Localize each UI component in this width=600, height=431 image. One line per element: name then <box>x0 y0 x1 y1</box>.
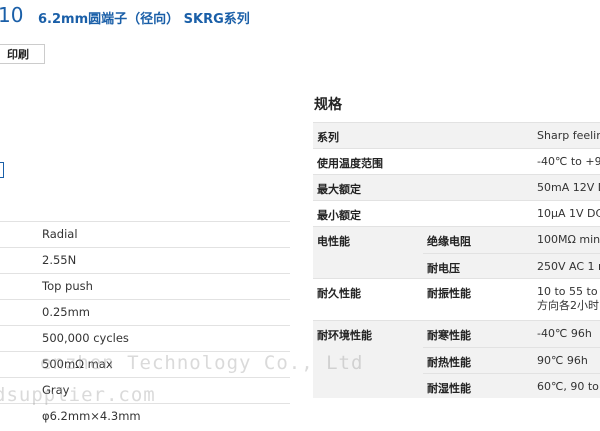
list-item: 2.55N <box>0 247 290 273</box>
row-value: -40℃ to +9 <box>537 155 600 168</box>
watermark: enzhen Technology Co., Ltd <box>40 352 364 374</box>
row-value: 10 to 55 to 方向各2小时 <box>537 285 599 313</box>
table-row: 最小额定 10μA 1V DC <box>313 200 600 226</box>
table-row: 使用温度范围 -40℃ to +9 <box>313 148 600 174</box>
spec-value: 0.25mm <box>42 305 91 319</box>
row-sublabel: 绝缘电阻 <box>427 235 471 248</box>
row-value: 10μA 1V DC <box>537 207 600 220</box>
list-item: Radial <box>0 221 290 247</box>
specs-title: 规格 <box>314 97 342 113</box>
row-label: 使用温度范围 <box>317 157 383 170</box>
list-item: 0.25mm <box>0 299 290 325</box>
page-title: 6.2mm圆端子（径向） SKRG系列 <box>38 12 250 27</box>
row-label: 电性能 <box>317 235 350 248</box>
row-sublabel: 耐热性能 <box>427 356 471 369</box>
row-value: 50mA 12V D <box>537 181 600 194</box>
table-row: 最大额定 50mA 12V D <box>313 174 600 200</box>
print-button[interactable]: 印刷 <box>0 44 45 64</box>
row-value-line2: 方向各2小时 <box>537 299 599 312</box>
spec-value: 2.55N <box>42 253 77 267</box>
row-sublabel: 耐寒性能 <box>427 329 471 342</box>
row-value: Sharp feelin <box>537 129 600 142</box>
row-value: 60℃, 90 to <box>537 380 599 393</box>
row-value: -40℃ 96h <box>537 327 592 340</box>
row-value: 100MΩ min <box>537 233 600 246</box>
row-label: 最小额定 <box>317 209 361 222</box>
list-item: φ6.2mm×4.3mm <box>0 403 290 429</box>
row-label: 耐久性能 <box>317 287 361 300</box>
list-item: 500,000 cycles <box>0 325 290 351</box>
table-subrow: 耐湿性能 60℃, 90 to <box>423 373 600 399</box>
row-label: 系列 <box>317 131 339 144</box>
input-box-edge[interactable] <box>0 162 4 178</box>
table-row: 耐久性能 耐振性能 10 to 55 to 方向各2小时 <box>313 278 600 320</box>
product-code: 10 <box>0 3 24 27</box>
list-item: Top push <box>0 273 290 299</box>
spec-value: Top push <box>42 279 93 293</box>
spec-value: Radial <box>42 227 78 241</box>
row-sublabel: 耐湿性能 <box>427 382 471 395</box>
spec-value: φ6.2mm×4.3mm <box>42 409 141 423</box>
row-value: 250V AC 1 m <box>537 260 600 273</box>
table-row: 系列 Sharp feelin <box>313 122 600 148</box>
row-value-line1: 10 to 55 to <box>537 285 598 298</box>
row-label: 最大额定 <box>317 183 361 196</box>
row-sublabel: 耐电压 <box>427 262 460 275</box>
row-label: 耐环境性能 <box>317 329 372 342</box>
table-row-group: 电性能 绝缘电阻 100MΩ min 耐电压 250V AC 1 m <box>313 226 600 278</box>
print-button-label: 印刷 <box>7 48 29 61</box>
watermark: dsupplier.com <box>0 384 156 406</box>
table-subrow: 耐电压 250V AC 1 m <box>423 253 600 279</box>
table-subrow: 耐热性能 90℃ 96h <box>423 347 600 373</box>
row-value: 90℃ 96h <box>537 354 588 367</box>
row-sublabel: 耐振性能 <box>427 287 471 300</box>
spec-value: 500,000 cycles <box>42 331 129 345</box>
